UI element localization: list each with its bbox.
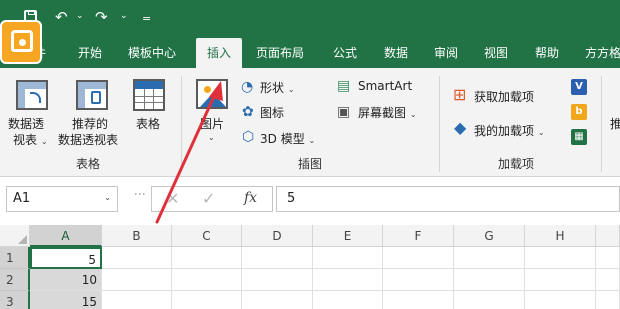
annotation-arrow — [155, 81, 223, 224]
